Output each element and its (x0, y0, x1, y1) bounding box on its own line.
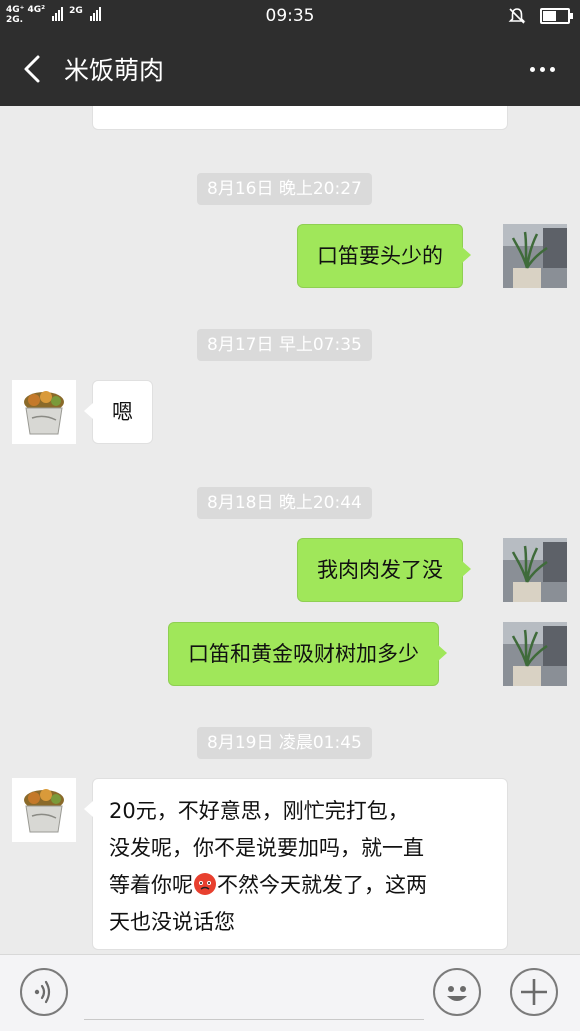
more-dots-icon (529, 66, 535, 72)
my-avatar[interactable] (503, 538, 567, 602)
timestamp: 8月18日 晚上20:44 (197, 487, 372, 519)
bell-mute-icon (508, 8, 526, 24)
chat-title: 米饭萌肉 (64, 56, 165, 85)
contact-avatar[interactable] (12, 380, 76, 444)
succulent-pot-avatar-image (12, 778, 76, 842)
back-button[interactable] (14, 49, 54, 89)
more-options-button[interactable] (524, 54, 560, 84)
message-list[interactable]: 8月16日 晚上20:27 口笛要头少的 8月17日 早上07:35 嗯 8月1… (0, 106, 580, 954)
message-input[interactable] (84, 973, 424, 1020)
status-time: 09:35 (265, 6, 315, 26)
angry-face-emoji-icon (194, 873, 216, 895)
plus-icon (521, 979, 547, 1005)
battery-icon (540, 8, 573, 24)
plant-photo-avatar-image (503, 622, 567, 686)
plant-photo-avatar-image (503, 224, 567, 288)
message-line: 等着你呢 (109, 873, 193, 897)
partial-message-bubble (92, 106, 508, 130)
plus-button[interactable] (510, 968, 558, 1016)
message-line: 20元，不好意思，刚忙完打包， (109, 799, 409, 823)
voice-button[interactable] (20, 968, 68, 1016)
outgoing-message-bubble[interactable]: 我肉肉发了没 (297, 538, 471, 602)
message-line: 天也没说话您 (109, 910, 235, 934)
input-bar (0, 954, 580, 1031)
incoming-message-bubble[interactable]: 20元，不好意思，刚忙完打包， 没发呢，你不是说要加吗，就一直 等着你呢 不然今… (84, 778, 508, 950)
message-line: 没发呢，你不是说要加吗，就一直 (109, 836, 424, 860)
outgoing-message-bubble[interactable]: 口笛和黄金吸财树加多少 (168, 622, 447, 686)
outgoing-message-bubble[interactable]: 口笛要头少的 (297, 224, 471, 288)
contact-avatar[interactable] (12, 778, 76, 842)
chevron-left-icon (24, 55, 40, 83)
chat-header: 米饭萌肉 (0, 32, 580, 106)
timestamp: 8月19日 凌晨01:45 (197, 727, 372, 759)
my-avatar[interactable] (503, 622, 567, 686)
status-bar: 4G⁺ 4G² 2G. 2G 09:35 (0, 0, 580, 32)
timestamp: 8月16日 晚上20:27 (197, 173, 372, 205)
plant-photo-avatar-image (503, 538, 567, 602)
message-line: 不然今天就发了，这两 (217, 873, 427, 897)
timestamp: 8月17日 早上07:35 (197, 329, 372, 361)
succulent-pot-avatar-image (12, 380, 76, 444)
voice-icon (34, 980, 51, 1004)
incoming-message-bubble[interactable]: 嗯 (84, 380, 153, 444)
emoji-icon (447, 986, 467, 1001)
my-avatar[interactable] (503, 224, 567, 288)
emoji-button[interactable] (433, 968, 481, 1016)
